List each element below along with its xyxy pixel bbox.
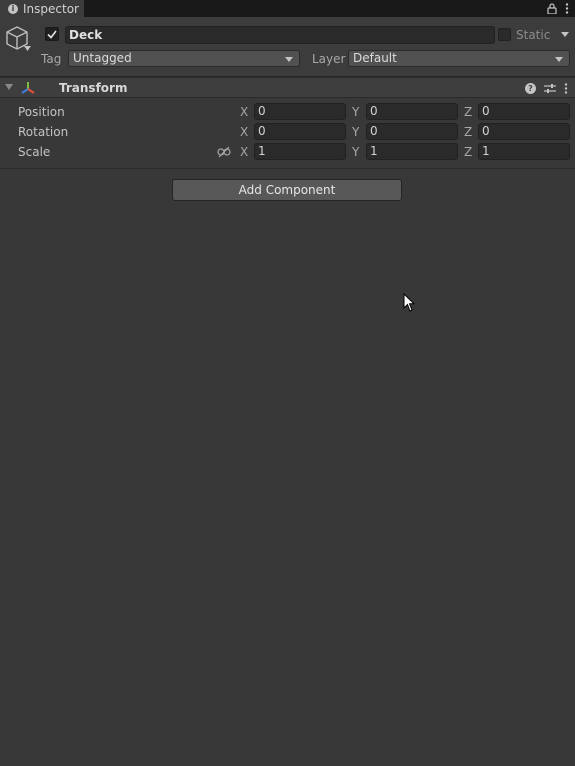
- info-icon: i: [8, 3, 18, 14]
- rotation-x-field[interactable]: 0: [254, 123, 346, 140]
- static-dropdown-caret[interactable]: [561, 32, 569, 37]
- position-y-field[interactable]: 0: [366, 103, 458, 120]
- constrain-proportions-icon[interactable]: [217, 146, 231, 158]
- tab-actions: [547, 0, 569, 17]
- component-actions: ?: [525, 80, 568, 96]
- transform-component-body: Position X 0 Y 0 Z 0 Rotation X 0 Y 0 Z …: [0, 98, 575, 169]
- tag-label: Tag: [41, 52, 62, 66]
- axis-label-y: Y: [352, 105, 360, 119]
- transform-component-header[interactable]: Transform ?: [0, 77, 575, 98]
- tag-select[interactable]: Untagged: [68, 50, 300, 67]
- layer-label: Layer: [312, 52, 346, 66]
- gameobject-header: Deck Static Tag Untagged Layer Default: [0, 17, 575, 77]
- row-label: Scale: [18, 145, 51, 159]
- layer-select[interactable]: Default: [348, 50, 570, 67]
- axis-label-y: Y: [352, 145, 360, 159]
- scale-z-field[interactable]: 1: [478, 143, 570, 160]
- transform-row-position: Position X 0 Y 0 Z 0: [0, 103, 575, 121]
- chevron-down-icon: [285, 57, 293, 62]
- axis-label-z: Z: [464, 145, 473, 159]
- chevron-down-icon: [555, 57, 563, 62]
- layer-select-value: Default: [353, 51, 397, 65]
- static-checkbox[interactable]: [498, 28, 511, 41]
- tab-inspector[interactable]: i Inspector: [0, 0, 84, 17]
- tab-bar: i Inspector: [0, 0, 575, 17]
- scale-x-field[interactable]: 1: [254, 143, 346, 160]
- rotation-z-field[interactable]: 0: [478, 123, 570, 140]
- presets-icon[interactable]: [544, 83, 556, 94]
- add-component-button[interactable]: Add Component: [172, 179, 402, 201]
- axis-label-x: X: [240, 125, 249, 139]
- axis-label-x: X: [240, 145, 249, 159]
- static-label: Static: [516, 28, 551, 42]
- kebab-menu-icon[interactable]: [565, 3, 569, 14]
- rotation-y-field[interactable]: 0: [366, 123, 458, 140]
- axis-label-z: Z: [464, 105, 473, 119]
- transform-row-rotation: Rotation X 0 Y 0 Z 0: [0, 123, 575, 141]
- row-label: Rotation: [18, 125, 69, 139]
- scale-y-field[interactable]: 1: [366, 143, 458, 160]
- name-field[interactable]: Deck: [65, 26, 495, 44]
- transform-axes-icon: [21, 82, 35, 94]
- foldout-arrow-icon[interactable]: [5, 84, 13, 90]
- axis-label-x: X: [240, 105, 249, 119]
- row-label: Position: [18, 105, 65, 119]
- checkmark-icon: [47, 30, 57, 39]
- component-title: Transform: [59, 81, 128, 95]
- mouse-cursor-icon: [403, 293, 415, 312]
- tag-select-value: Untagged: [73, 51, 132, 65]
- transform-row-scale: Scale X 1 Y 1 Z 1: [0, 143, 575, 161]
- position-x-field[interactable]: 0: [254, 103, 346, 120]
- active-checkbox[interactable]: [45, 27, 59, 41]
- position-z-field[interactable]: 0: [478, 103, 570, 120]
- tab-label: Inspector: [23, 1, 79, 16]
- help-icon[interactable]: ?: [525, 82, 536, 94]
- kebab-menu-icon[interactable]: [564, 82, 568, 94]
- axis-label-y: Y: [352, 125, 360, 139]
- chevron-down-icon[interactable]: [24, 46, 31, 51]
- lock-icon[interactable]: [547, 3, 557, 14]
- axis-label-z: Z: [464, 125, 473, 139]
